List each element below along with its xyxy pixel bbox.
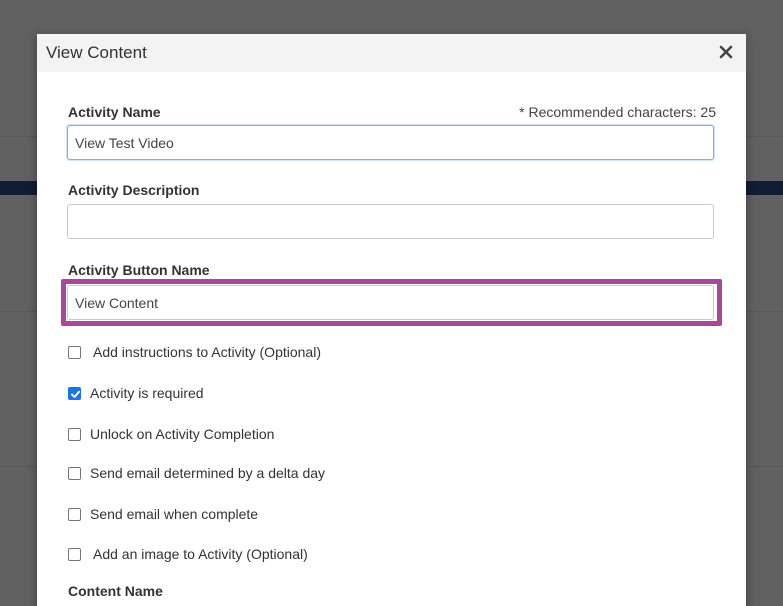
add-image-checkbox[interactable]: [68, 547, 81, 561]
close-button[interactable]: [715, 41, 737, 63]
add-instructions-label: Add instructions to Activity (Optional): [93, 344, 321, 360]
add-instructions-checkbox[interactable]: [68, 345, 81, 359]
dialog-title: View Content: [46, 43, 147, 62]
checkbox-add-instructions[interactable]: Add instructions to Activity (Optional): [68, 344, 321, 360]
screen: View Content Activity Name * Recommended…: [0, 0, 783, 606]
close-icon: [719, 45, 733, 59]
checkmark-icon: [71, 390, 80, 398]
highlight-annotation-box: [61, 279, 722, 326]
send-email-complete-checkbox[interactable]: [68, 507, 81, 521]
view-content-dialog: View Content Activity Name * Recommended…: [37, 34, 746, 606]
activity-name-input[interactable]: [67, 125, 714, 160]
recommended-characters-hint: * Recommended characters: 25: [519, 104, 716, 120]
activity-description-label: Activity Description: [68, 182, 200, 198]
checkbox-unlock-on-completion[interactable]: Unlock on Activity Completion: [68, 426, 274, 442]
send-email-complete-label: Send email when complete: [90, 506, 259, 522]
activity-description-input[interactable]: [67, 204, 714, 239]
send-email-delta-day-label: Send email determined by a delta day: [90, 465, 326, 481]
unlock-on-completion-checkbox[interactable]: [68, 427, 81, 441]
checkbox-activity-required[interactable]: Activity is required: [68, 385, 204, 401]
activity-required-checkbox[interactable]: [68, 386, 81, 400]
checkbox-send-email-delta-day[interactable]: Send email determined by a delta day: [68, 465, 325, 481]
checkbox-add-image[interactable]: Add an image to Activity (Optional): [68, 546, 308, 562]
checkbox-send-email-complete[interactable]: Send email when complete: [68, 506, 258, 522]
activity-required-label: Activity is required: [90, 385, 204, 401]
activity-name-label: Activity Name: [68, 104, 161, 120]
send-email-delta-day-checkbox[interactable]: [68, 466, 81, 480]
add-image-label: Add an image to Activity (Optional): [93, 546, 308, 562]
unlock-on-completion-label: Unlock on Activity Completion: [90, 426, 275, 442]
dialog-header: View Content: [37, 34, 746, 72]
activity-button-name-label: Activity Button Name: [68, 262, 210, 278]
content-name-label: Content Name: [68, 583, 163, 599]
